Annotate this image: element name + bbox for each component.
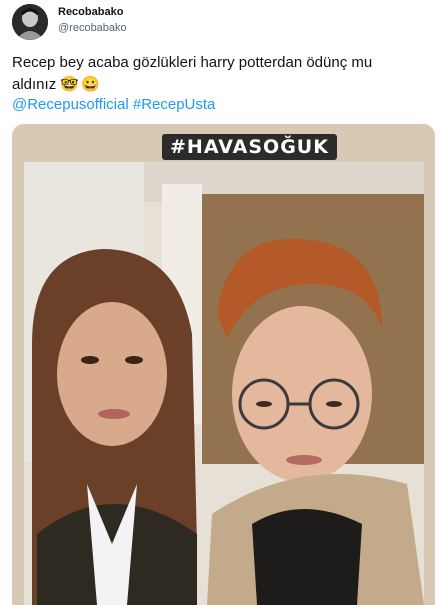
- emoji-nerd-grin-icon: 🤓😀: [60, 76, 102, 93]
- tweet-links: @Recepusofficial #RecepUsta: [12, 94, 215, 116]
- tweet-text-line-2-words: aldınız: [12, 76, 57, 93]
- tweet-text: Recep bey acaba gözlükleri harry potterd…: [12, 52, 432, 96]
- mention-link[interactable]: @Recepusofficial: [12, 96, 129, 113]
- tweet-text-line-1: Recep bey acaba gözlükleri harry potterd…: [12, 54, 373, 71]
- user-handle[interactable]: @recobabako: [58, 21, 127, 35]
- tweet-text-line-2: aldınız 🤓😀: [12, 74, 432, 96]
- havasoguk-sticker: #HAVASOĞUK: [162, 134, 337, 160]
- photo-scene: [12, 124, 435, 605]
- avatar[interactable]: [12, 4, 48, 40]
- display-name[interactable]: Recobabako: [58, 5, 123, 19]
- avatar-image: [12, 4, 48, 40]
- tweet-photo[interactable]: #HAVASOĞUK: [12, 124, 435, 605]
- hashtag-link[interactable]: #RecepUsta: [133, 96, 216, 113]
